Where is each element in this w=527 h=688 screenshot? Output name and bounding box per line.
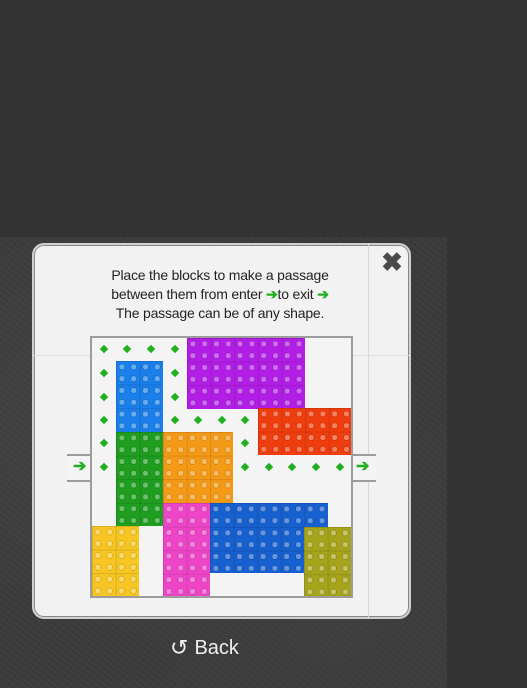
- block-darkblue-lower[interactable]: [210, 527, 304, 573]
- enter-arrow-icon: ➔: [266, 286, 278, 302]
- block-olive[interactable]: [304, 527, 351, 596]
- back-button[interactable]: ↺ Back: [170, 634, 239, 662]
- back-label: Back: [194, 636, 239, 659]
- block-pink[interactable]: [163, 503, 210, 596]
- block-purple[interactable]: [187, 338, 305, 409]
- instruction-line-2-end: to exit: [277, 286, 314, 302]
- enter-arrow: ➔: [73, 458, 87, 475]
- instruction-line-2-start: between them from enter: [111, 286, 263, 302]
- block-yellow[interactable]: [92, 526, 139, 596]
- close-icon[interactable]: ✖: [380, 249, 404, 275]
- exit-arrow: ➔: [356, 458, 370, 475]
- block-darkblue[interactable]: [210, 503, 328, 527]
- instruction-line-3: The passage can be of any shape.: [115, 305, 325, 321]
- exit-arrow-icon: ➔: [317, 286, 329, 302]
- block-green[interactable]: [116, 432, 163, 526]
- block-blue[interactable]: [116, 361, 163, 432]
- block-red[interactable]: [258, 408, 351, 455]
- top-background: [0, 0, 527, 237]
- instruction-line-1: Place the blocks to make a passage: [111, 267, 329, 283]
- instruction-line-2: between them from enter ➔to exit ➔: [60, 286, 380, 303]
- block-orange[interactable]: [163, 432, 233, 503]
- back-arrow-icon: ↺: [170, 635, 189, 660]
